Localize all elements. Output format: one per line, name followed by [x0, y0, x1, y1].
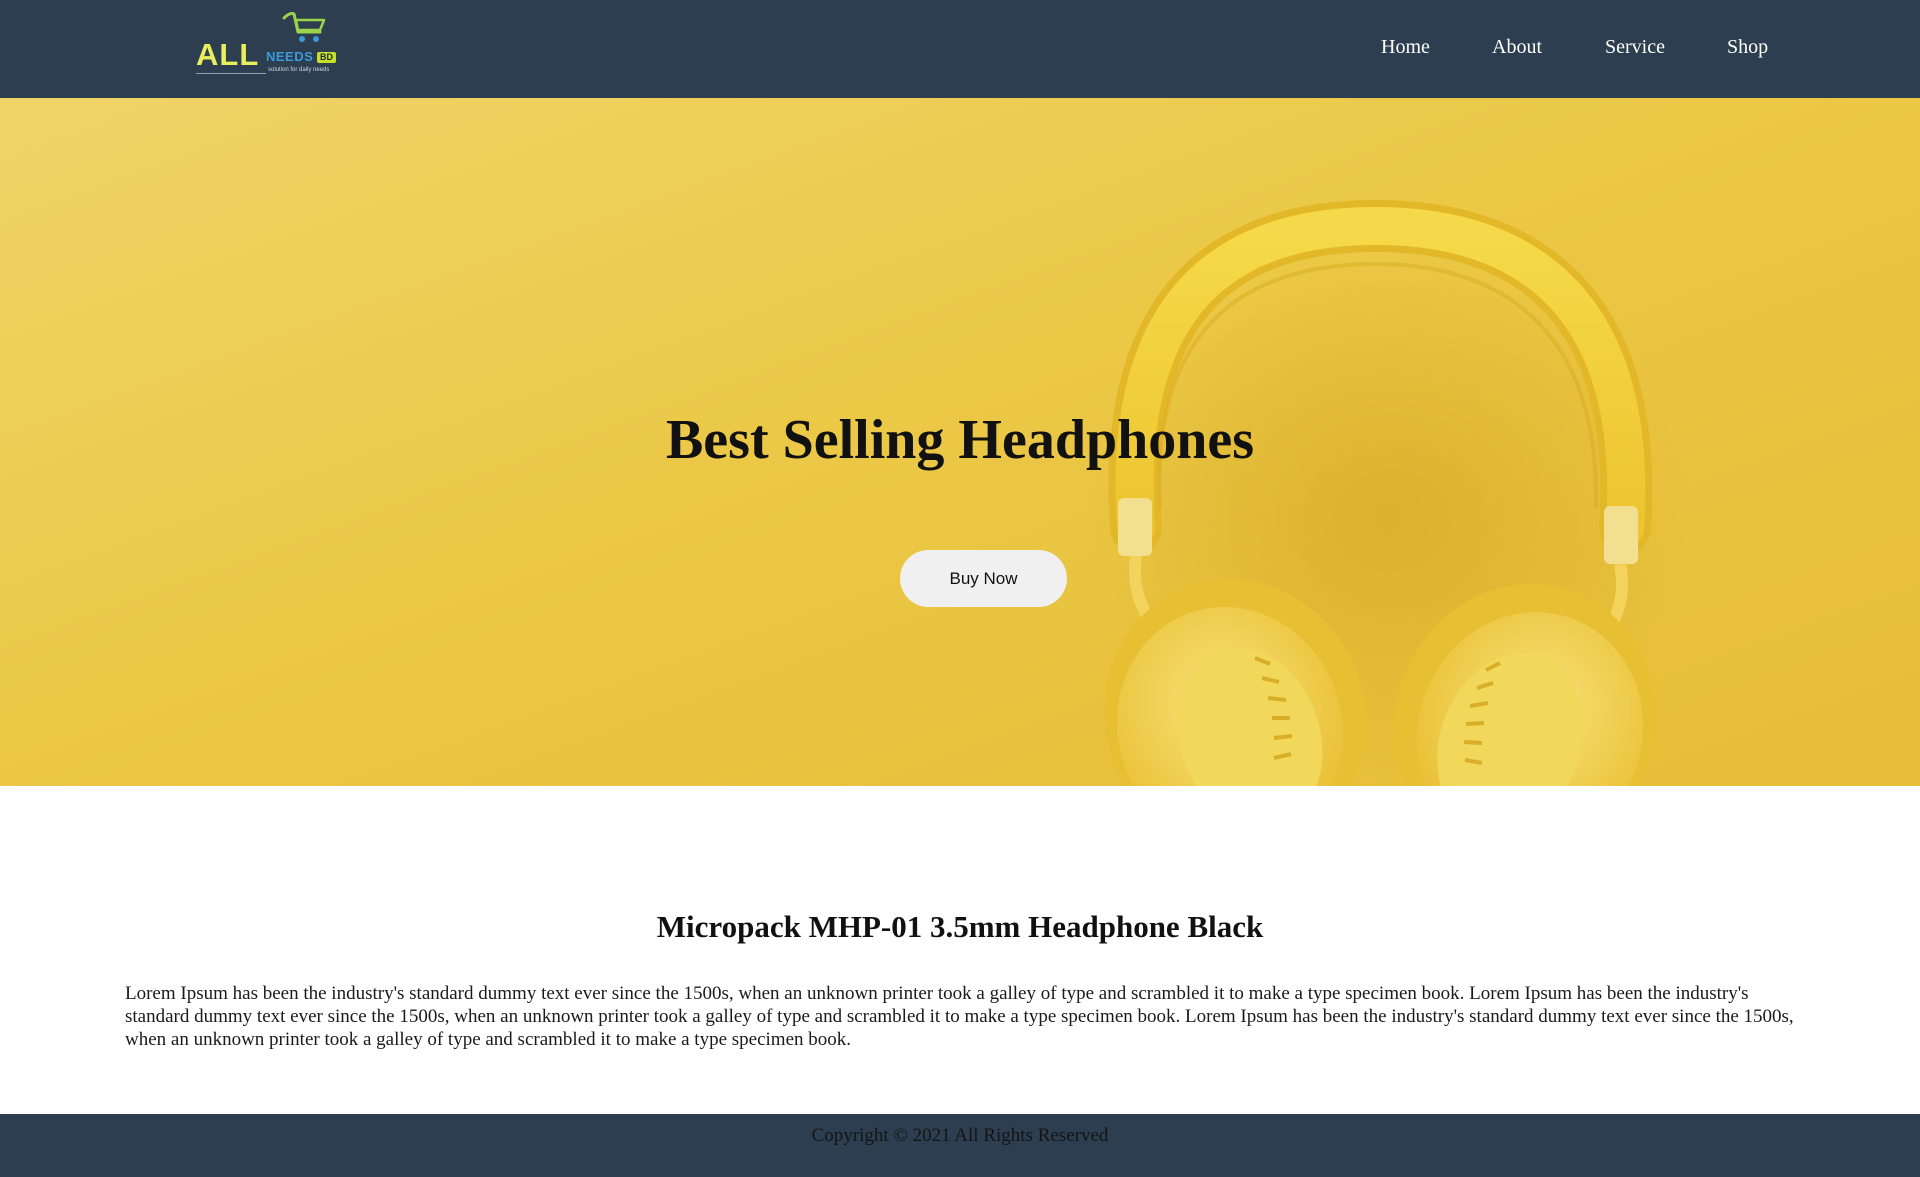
site-footer: Copyright © 2021 All Rights Reserved — [0, 1114, 1920, 1177]
copyright-text: Copyright © 2021 All Rights Reserved — [811, 1125, 1109, 1146]
logo-subword: NEEDS — [266, 49, 314, 64]
logo-divider — [196, 73, 266, 74]
nav-link-service[interactable]: Service — [1605, 37, 1665, 57]
shopping-cart-icon — [282, 12, 326, 42]
nav-link-home[interactable]: Home — [1381, 37, 1430, 57]
brand-logo[interactable]: ALL NEEDS BD solution for daily needs — [196, 8, 342, 80]
nav-link-about[interactable]: About — [1492, 37, 1542, 57]
product-description: Lorem Ipsum has been the industry's stan… — [125, 983, 1794, 1050]
buy-now-button[interactable]: Buy Now — [900, 550, 1067, 607]
logo-wordmark: ALL — [196, 37, 260, 72]
logo-tagline: solution for daily needs — [268, 67, 330, 73]
site-header: ALL NEEDS BD solution for daily needs Ho… — [0, 0, 1920, 98]
nav-link-shop[interactable]: Shop — [1727, 37, 1768, 57]
product-title: Micropack MHP-01 3.5mm Headphone Black — [656, 909, 1264, 944]
logo-badge: BD — [317, 52, 336, 63]
hero-banner: Best Selling Headphones Buy Now — [0, 98, 1920, 786]
hero-title: Best Selling Headphones — [665, 409, 1255, 471]
